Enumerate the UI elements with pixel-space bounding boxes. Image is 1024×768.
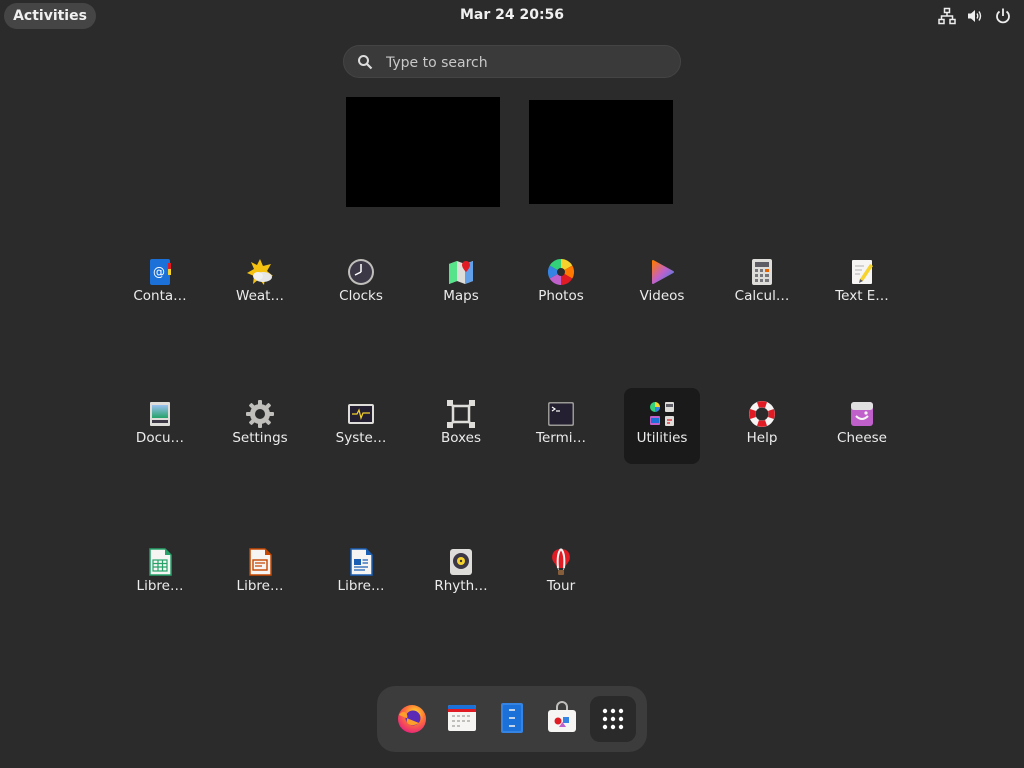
calendar-icon[interactable]: [445, 701, 479, 735]
utilities-folder-icon: [650, 402, 674, 426]
search-icon: [358, 55, 373, 70]
svg-text:@: @: [153, 265, 165, 279]
help-icon: [749, 401, 775, 427]
calculator-icon: [752, 259, 772, 285]
app-document-viewer[interactable]: Docu…: [122, 388, 198, 464]
search-bar[interactable]: [343, 45, 681, 78]
app-label: Clocks: [339, 288, 383, 304]
workspace-thumbnail-2[interactable]: [529, 100, 673, 204]
app-help[interactable]: Help: [724, 388, 800, 464]
activities-button[interactable]: Activities: [4, 3, 96, 29]
photos-icon: [547, 258, 575, 286]
dock: [377, 686, 647, 752]
app-label: Videos: [639, 288, 685, 304]
app-libreoffice-writer[interactable]: Libre…: [323, 536, 399, 612]
maps-icon: [449, 261, 473, 284]
app-rhythmbox[interactable]: Rhyth…: [423, 536, 499, 612]
power-icon[interactable]: [994, 7, 1012, 25]
boxes-icon: [447, 400, 475, 428]
app-videos[interactable]: Videos: [624, 246, 700, 322]
app-libreoffice-calc[interactable]: Libre…: [122, 536, 198, 612]
app-label: Settings: [232, 430, 288, 446]
app-libreoffice-impress[interactable]: Libre…: [222, 536, 298, 612]
show-apps-icon: [602, 708, 624, 730]
search-input[interactable]: [384, 52, 668, 74]
app-clocks[interactable]: Clocks: [323, 246, 399, 322]
app-photos[interactable]: Photos: [523, 246, 599, 322]
app-label: Utilities: [636, 430, 688, 446]
app-tour[interactable]: Tour: [523, 536, 599, 612]
app-boxes[interactable]: Boxes: [423, 388, 499, 464]
app-label: Boxes: [440, 430, 482, 446]
app-cheese[interactable]: Cheese: [824, 388, 900, 464]
weather-icon: [247, 259, 273, 285]
app-label: Libre…: [337, 578, 385, 594]
libreoffice-writer-icon: [350, 548, 373, 576]
top-bar: Activities Mar 24 20:56: [0, 0, 1024, 32]
app-label: Calcul…: [734, 288, 790, 304]
app-label: Conta…: [133, 288, 187, 304]
files-icon[interactable]: [495, 701, 529, 735]
text-editor-icon: [852, 260, 873, 284]
app-label: Rhyth…: [434, 578, 488, 594]
cheese-icon: [851, 402, 873, 426]
contacts-icon: @: [150, 259, 171, 285]
libreoffice-calc-icon: [149, 548, 172, 576]
clock-area: Mar 24 20:56: [0, 7, 1024, 23]
app-label: Syste…: [335, 430, 387, 446]
rhythmbox-icon: [450, 549, 472, 575]
firefox-icon[interactable]: [395, 701, 429, 735]
volume-icon[interactable]: [966, 7, 984, 25]
app-label: Libre…: [136, 578, 184, 594]
network-icon[interactable]: [938, 7, 956, 25]
app-label: Maps: [443, 288, 479, 304]
app-label: Termi…: [536, 430, 586, 446]
app-contacts[interactable]: @ Conta…: [122, 246, 198, 322]
app-calculator[interactable]: Calcul…: [724, 246, 800, 322]
settings-icon: [246, 400, 274, 428]
system-monitor-icon: [348, 404, 374, 424]
libreoffice-impress-icon: [249, 548, 272, 576]
show-apps-button[interactable]: [590, 696, 636, 742]
app-label: Photos: [538, 288, 584, 304]
system-tray[interactable]: [938, 7, 1012, 25]
app-maps[interactable]: Maps: [423, 246, 499, 322]
clock-button[interactable]: Mar 24 20:56: [460, 7, 564, 23]
tour-icon: [552, 548, 570, 575]
workspace-thumbnail-1[interactable]: [346, 97, 500, 207]
clocks-icon: [348, 259, 374, 285]
software-icon[interactable]: [545, 701, 579, 735]
app-system-monitor[interactable]: Syste…: [323, 388, 399, 464]
app-label: Cheese: [837, 430, 887, 446]
app-weather[interactable]: Weat…: [222, 246, 298, 322]
folder-utilities[interactable]: Utilities: [624, 388, 700, 464]
app-label: Tour: [546, 578, 576, 594]
app-settings[interactable]: Settings: [222, 388, 298, 464]
app-label: Text E…: [835, 288, 889, 304]
app-label: Docu…: [135, 430, 185, 446]
app-label: Weat…: [236, 288, 284, 304]
terminal-icon: [548, 402, 574, 426]
app-label: Libre…: [236, 578, 284, 594]
videos-icon: [652, 260, 674, 284]
document-viewer-icon: [150, 402, 170, 426]
app-text-editor[interactable]: Text E…: [824, 246, 900, 322]
app-terminal[interactable]: Termi…: [523, 388, 599, 464]
app-label: Help: [746, 430, 778, 446]
